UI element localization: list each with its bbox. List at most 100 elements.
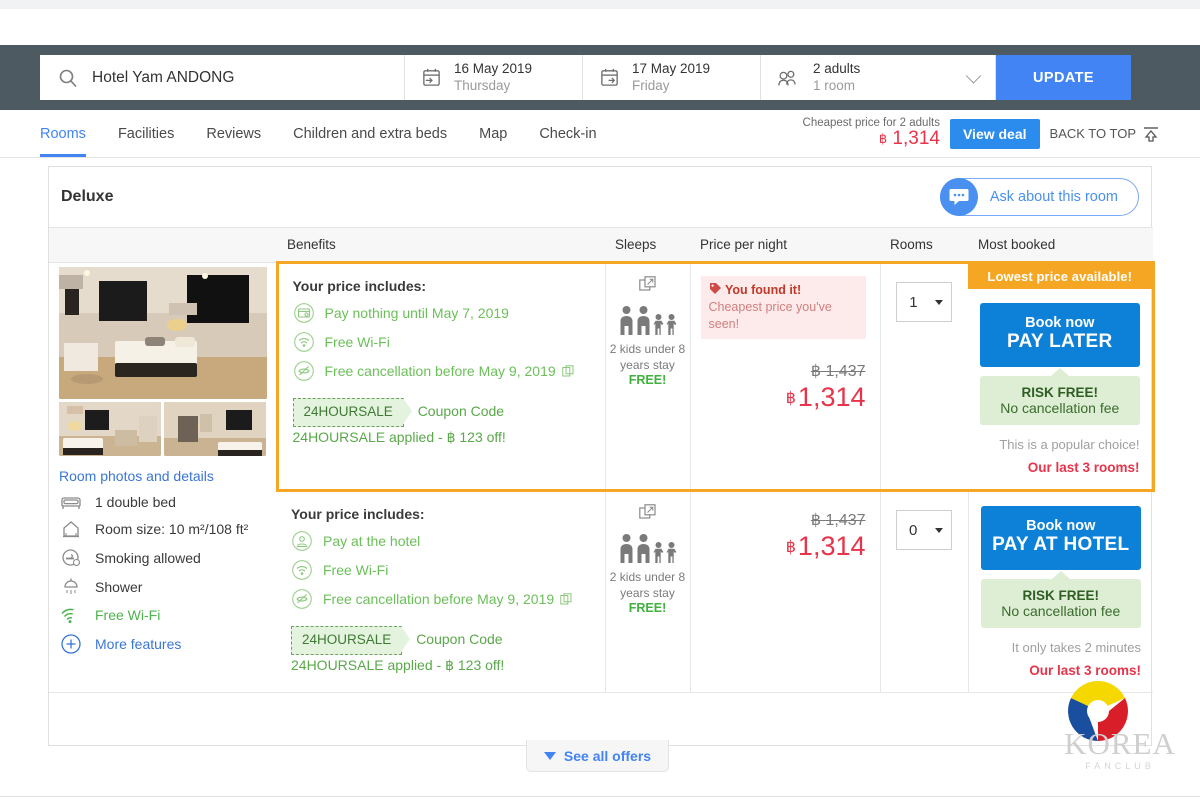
view-deal-button[interactable]: View deal	[949, 118, 1040, 149]
wallet-icon	[293, 302, 315, 324]
more-features-button[interactable]: More features	[59, 633, 268, 655]
occupancy-adults: 2 adults	[813, 60, 861, 76]
tab-facilities[interactable]: Facilities	[102, 110, 190, 157]
cancel-icon	[291, 588, 313, 610]
chevron-down-icon	[965, 67, 982, 84]
search-input[interactable]: Hotel Yam ANDONG	[40, 55, 405, 100]
page-title: Deluxe	[61, 188, 114, 205]
benefit-item: Pay at the hotel	[291, 530, 589, 552]
room-photos-and-details-link[interactable]: Room photos and details	[59, 468, 268, 484]
table-header-row: Benefits Sleeps Price per night Rooms Mo…	[49, 227, 1153, 263]
book-now-line2: PAY AT HOTEL	[992, 534, 1130, 555]
tab-rooms[interactable]: Rooms	[40, 110, 102, 157]
col-header-photo	[49, 227, 277, 263]
new-price: ฿1,314	[701, 531, 866, 562]
benefit-item-label: Free Wi-Fi	[323, 562, 389, 578]
book-now-line1: Book now	[1026, 518, 1096, 534]
top-gray-strip	[0, 0, 1200, 9]
guests-icon	[778, 70, 796, 85]
col-header-price: Price per night	[690, 227, 880, 263]
child-icon	[666, 542, 676, 563]
benefit-item: Pay nothing until May 7, 2019	[293, 302, 589, 324]
search-query-text: Hotel Yam ANDONG	[92, 68, 235, 86]
external-link-icon[interactable]	[560, 593, 572, 605]
search-icon	[59, 69, 77, 87]
feature-smoking-label: Smoking allowed	[95, 550, 201, 566]
rooms-quantity-select[interactable]: 1	[896, 282, 953, 322]
smoking-icon	[59, 548, 83, 568]
feature-smoking: Smoking allowed	[59, 548, 268, 568]
book-now-pay-at-hotel-button[interactable]: Book now PAY AT HOTEL	[980, 506, 1141, 570]
feature-bed: 1 double bed	[59, 494, 268, 510]
back-to-top-label: BACK TO TOP	[1049, 126, 1136, 141]
arrow-up-icon	[1144, 126, 1158, 142]
benefits-cell: Your price includes: Pay at the hotel Fr…	[277, 490, 605, 693]
tab-map[interactable]: Map	[463, 110, 523, 157]
tab-check-in[interactable]: Check-in	[523, 110, 612, 157]
popular-choice-note: This is a popular choice!	[999, 437, 1140, 452]
sleeps-people-icons	[610, 305, 686, 335]
benefits-title: Your price includes:	[291, 506, 425, 522]
checkout-field[interactable]: 17 May 2019 Friday	[583, 55, 761, 100]
lowest-price-banner: Lowest price available!	[968, 264, 1152, 289]
most-booked-cell: Lowest price available! Book now PAY LAT…	[968, 261, 1155, 492]
offers-table: Benefits Sleeps Price per night Rooms Mo…	[49, 227, 1155, 693]
sleeps-cell: 2 kids under 8 years stay FREE!	[604, 490, 690, 693]
old-price: ฿ 1,437	[810, 512, 866, 529]
risk-free-title: RISK FREE!	[1021, 385, 1098, 400]
benefit-item-label: Pay at the hotel	[323, 533, 421, 549]
risk-free-subtitle: No cancellation fee	[1001, 603, 1121, 619]
coupon-tag: 24HOURSALE	[292, 398, 413, 427]
price-currency: ฿	[785, 389, 796, 407]
benefit-item: Free cancellation before May 9, 2019	[293, 360, 589, 382]
ask-about-room-button[interactable]: Ask about this room	[939, 178, 1139, 216]
risk-free-badge: RISK FREE! No cancellation fee	[980, 376, 1140, 425]
checkin-field[interactable]: 16 May 2019 Thursday	[405, 55, 583, 100]
price-value: 1,314	[797, 381, 866, 412]
room-photo-thumb-2-image	[164, 402, 266, 456]
rooms-quantity-value: 1	[909, 293, 918, 311]
sleeps-free-label: FREE!	[628, 601, 667, 616]
benefit-item: Free Wi-Fi	[293, 331, 589, 353]
room-photo-thumb-1[interactable]	[59, 402, 161, 456]
col-header-benefits: Benefits	[277, 227, 605, 263]
occupancy-selector[interactable]: 2 adults 1 room	[761, 55, 996, 100]
chevron-down-icon	[935, 299, 944, 305]
adult-icon	[620, 306, 632, 335]
top-white-strip	[0, 9, 1200, 45]
price-value: 1,314	[797, 531, 866, 561]
price-cell: You found it! Cheapest price you've seen…	[689, 261, 880, 492]
risk-free-badge: RISK FREE! No cancellation fee	[980, 579, 1141, 628]
chat-bubble-icon	[939, 178, 978, 216]
external-link-icon[interactable]	[561, 365, 574, 377]
risk-free-subtitle: No cancellation fee	[1000, 400, 1120, 416]
room-photo-thumb-2[interactable]	[164, 402, 266, 456]
room-card-header: Deluxe Ask about this room	[49, 167, 1151, 227]
expand-icon[interactable]	[638, 276, 657, 292]
back-to-top-button[interactable]: BACK TO TOP	[1050, 126, 1160, 142]
room-photo-main[interactable]	[59, 267, 267, 399]
pay-at-hotel-icon	[291, 530, 313, 552]
occupancy-rooms: 1 room	[813, 77, 856, 93]
book-now-pay-later-button[interactable]: Book now PAY LATER	[980, 303, 1140, 367]
feature-bed-label: 1 double bed	[95, 494, 176, 510]
watermark-sub: FANCLUB	[1085, 761, 1155, 771]
cheapest-found-rest: Cheapest price you've seen!	[708, 299, 832, 331]
coupon-block: 24HOURSALE Coupon Code 24HOURSALE applie…	[291, 626, 589, 677]
coupon-block: 24HOURSALE Coupon Code 24HOURSALE applie…	[292, 398, 589, 449]
benefit-item: Free cancellation before May 9, 2019	[291, 588, 589, 610]
update-button[interactable]: UPDATE	[996, 55, 1131, 100]
price-cell: ฿ 1,437 ฿1,314	[689, 490, 880, 693]
tab-children-extra-beds[interactable]: Children and extra beds	[277, 110, 463, 157]
see-all-offers-button[interactable]: See all offers	[526, 740, 669, 772]
checkin-day: Thursday	[454, 77, 511, 93]
rooms-quantity-select[interactable]: 0	[896, 510, 952, 550]
bed-icon	[59, 494, 83, 510]
cheapest-currency: ฿	[878, 131, 888, 147]
tab-reviews[interactable]: Reviews	[190, 110, 277, 157]
ask-about-room-label: Ask about this room	[989, 189, 1118, 205]
old-price: ฿ 1,437	[810, 362, 866, 380]
room-size-icon	[59, 519, 83, 539]
expand-icon[interactable]	[638, 504, 657, 520]
benefits-title: Your price includes:	[292, 278, 427, 294]
